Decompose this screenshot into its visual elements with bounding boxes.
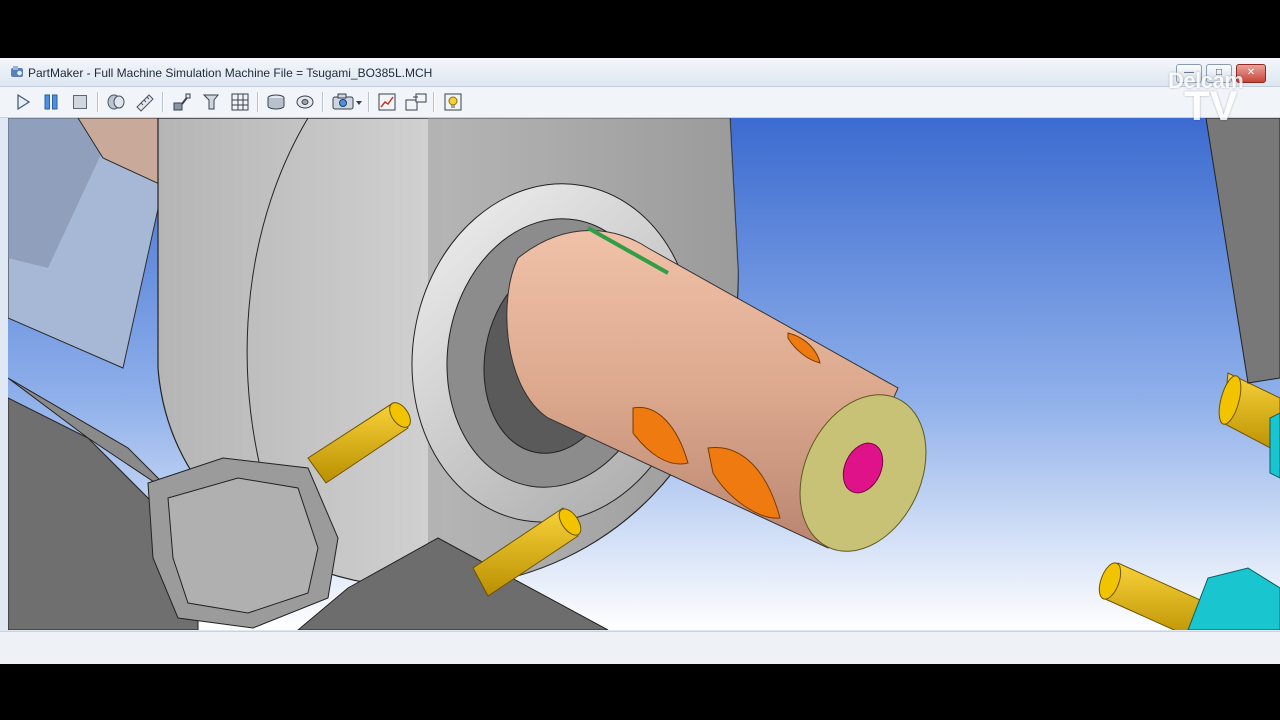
toolbar	[0, 87, 1280, 118]
stop-icon	[73, 95, 87, 109]
ruler-icon	[136, 94, 154, 112]
letterbox-top	[0, 0, 1280, 58]
window-title: PartMaker - Full Machine Simulation Mach…	[28, 66, 433, 80]
toolbar-separator	[162, 92, 164, 112]
status-bar	[0, 631, 1280, 665]
toolbar-separator	[433, 92, 435, 112]
measure-button[interactable]	[133, 90, 157, 114]
title-bar: PartMaker - Full Machine Simulation Mach…	[0, 58, 1280, 87]
highlight-button[interactable]	[441, 90, 465, 114]
toolbar-separator	[97, 92, 99, 112]
machine-simulation-scene[interactable]	[8, 118, 1280, 630]
rotate-button[interactable]	[293, 90, 317, 114]
camera-dropdown-button[interactable]	[330, 90, 364, 114]
play-icon	[17, 93, 31, 111]
tool-button[interactable]	[199, 90, 223, 114]
tool-icon	[202, 94, 220, 110]
camera-icon	[332, 93, 362, 110]
grid-button[interactable]	[228, 90, 252, 114]
letterbox-bottom	[0, 664, 1280, 720]
tool-path-icon	[173, 93, 191, 111]
part-icon	[107, 94, 125, 110]
tool-path-button[interactable]	[170, 90, 194, 114]
hex-nut-face	[167, 477, 319, 614]
windows-button[interactable]	[404, 90, 428, 114]
windows-icon	[405, 93, 427, 111]
rotate-icon	[296, 95, 314, 109]
play-button[interactable]	[11, 90, 35, 114]
delcam-tv-watermark: Delcam TV	[1168, 66, 1260, 129]
stock-button[interactable]	[264, 90, 288, 114]
pause-icon	[44, 94, 58, 110]
stock-icon	[267, 94, 285, 110]
toolbar-separator	[322, 92, 324, 112]
brand-bottom-text: TV	[1184, 82, 1238, 129]
toolbar-separator	[368, 92, 370, 112]
partmaker-app-icon[interactable]	[10, 65, 24, 79]
app-window: PartMaker - Full Machine Simulation Mach…	[0, 58, 1280, 665]
pause-button[interactable]	[39, 90, 63, 114]
cyan-fixture-right	[1269, 412, 1280, 479]
chart-icon	[378, 93, 396, 111]
chart-button[interactable]	[375, 90, 399, 114]
grid-icon	[231, 93, 249, 111]
stop-button[interactable]	[68, 90, 92, 114]
highlight-icon	[444, 93, 462, 111]
part-view-button[interactable]	[104, 90, 128, 114]
toolbar-separator	[257, 92, 259, 112]
simulation-viewport[interactable]	[8, 118, 1280, 630]
